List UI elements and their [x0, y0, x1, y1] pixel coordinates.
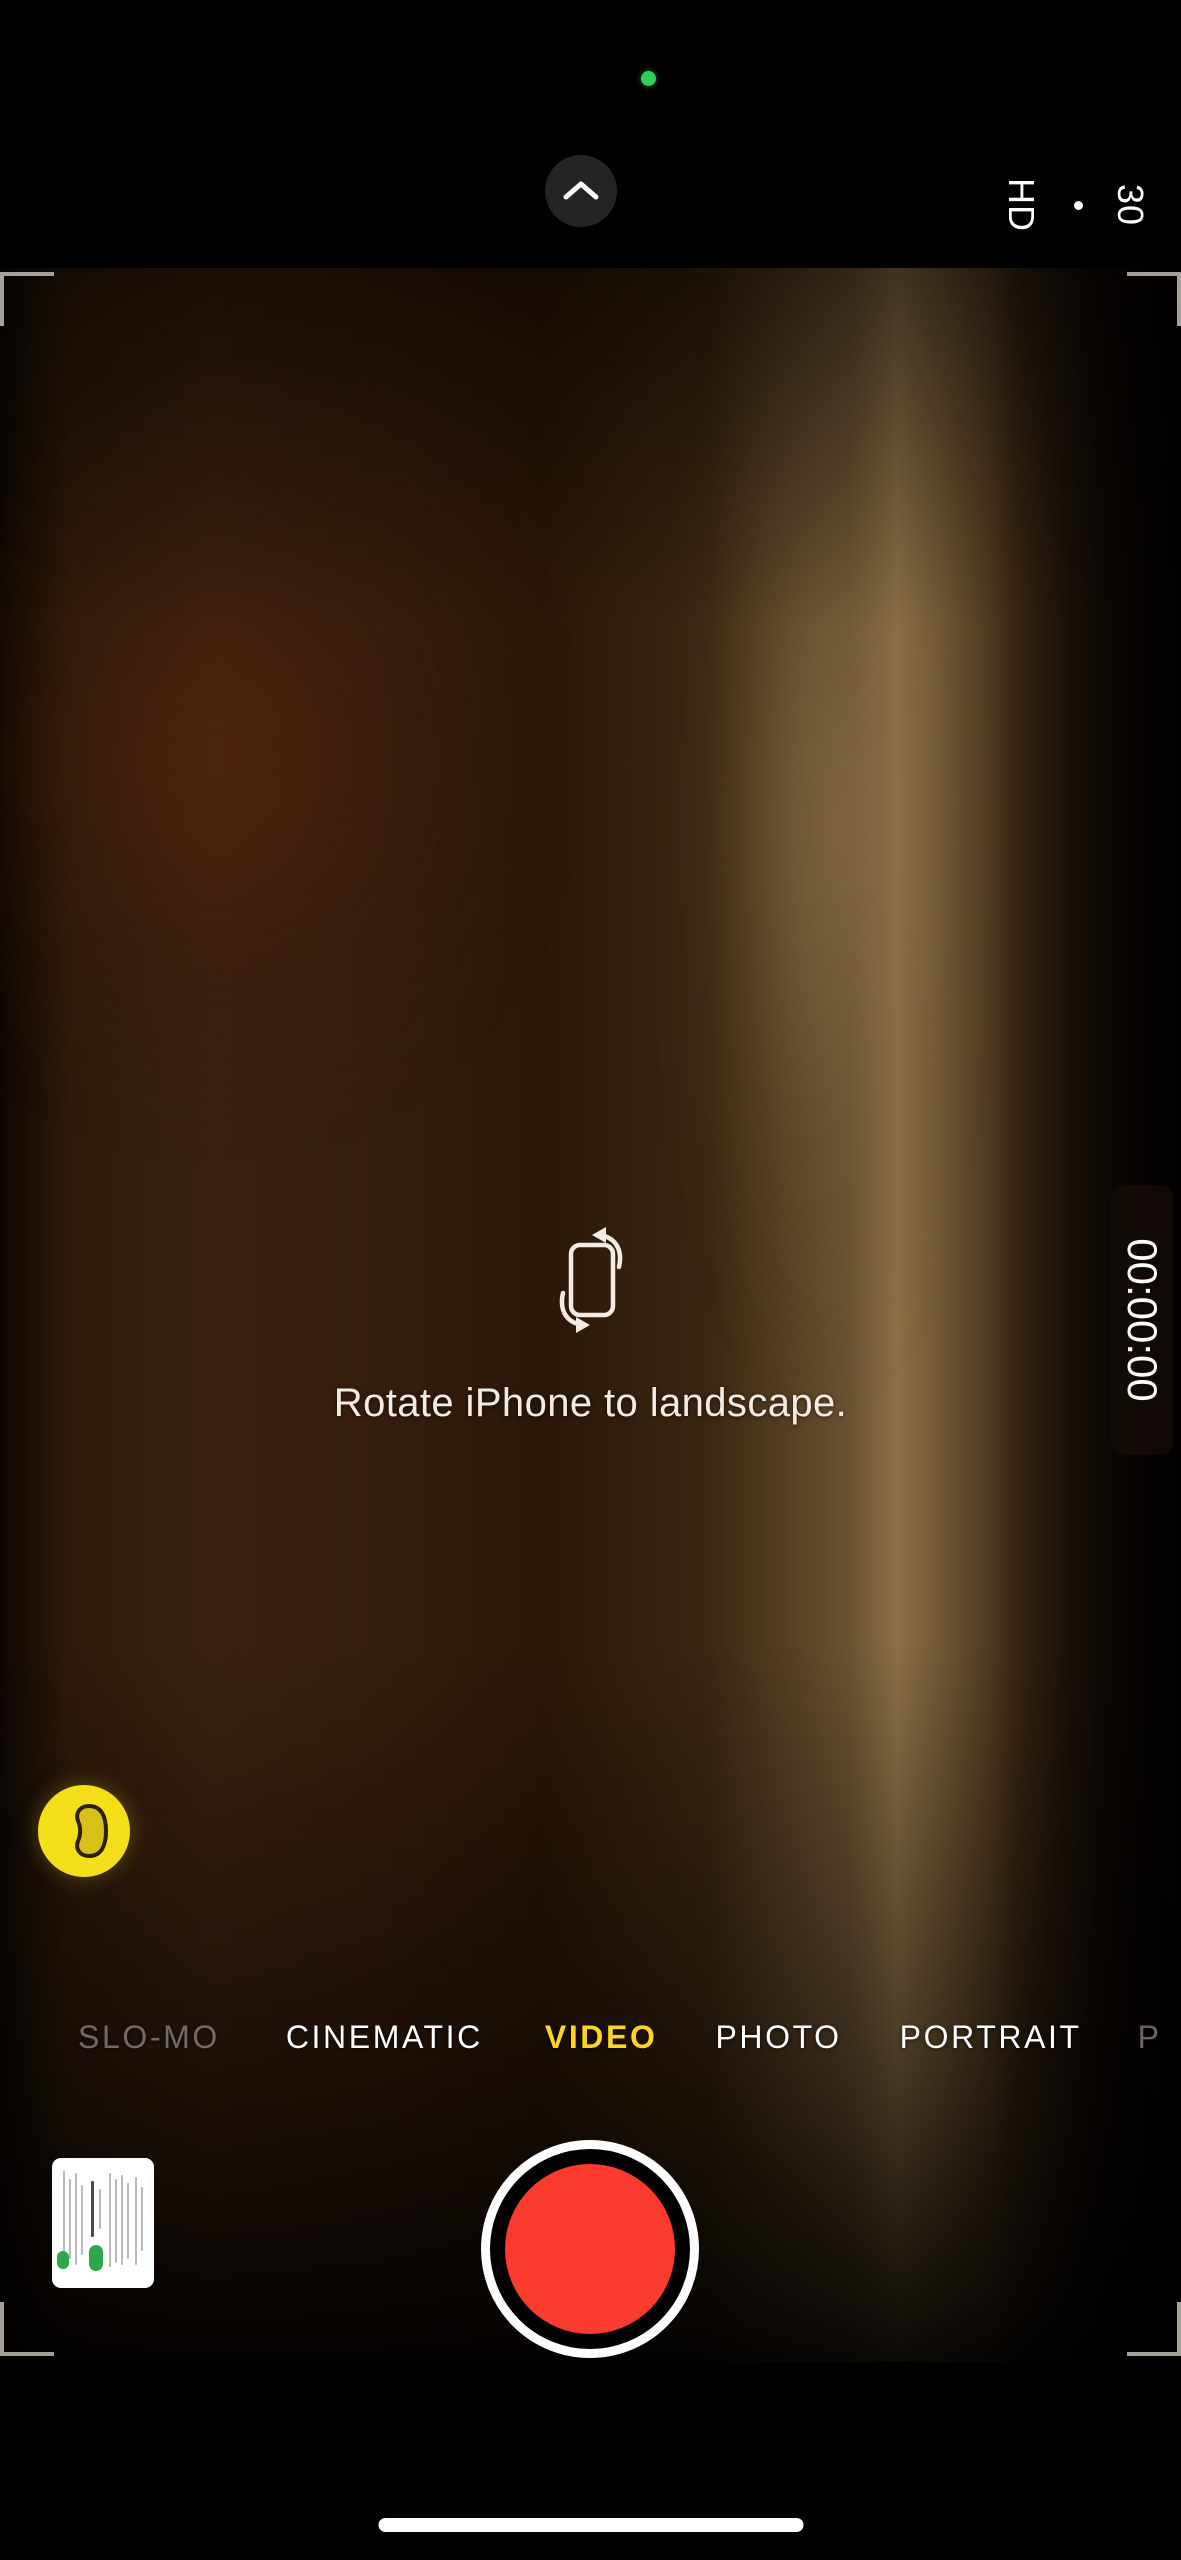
chevron-up-icon	[563, 181, 599, 200]
mode-cinematic[interactable]: CINEMATIC	[286, 2019, 483, 2056]
mode-pano[interactable]: P	[1138, 2019, 1162, 2056]
camera-in-use-dot	[641, 71, 656, 86]
mode-slo-mo[interactable]: SLO-MO	[78, 2019, 220, 2056]
fps-label: 30	[1109, 183, 1151, 227]
mode-portrait[interactable]: PORTRAIT	[900, 2019, 1082, 2056]
thumbnail-document-preview	[53, 2159, 153, 2287]
home-indicator[interactable]	[378, 2518, 803, 2532]
recording-timer: 00:00:00	[1111, 1185, 1173, 1455]
top-control-bar: HD 30	[0, 0, 1181, 268]
subject-detect-icon	[75, 1804, 108, 1858]
mode-video[interactable]: VIDEO	[545, 2019, 658, 2056]
camera-screen: Rotate iPhone to landscape. 00:00:00 HD …	[0, 0, 1181, 2560]
resolution-label: HD	[1000, 178, 1042, 232]
mode-photo[interactable]: PHOTO	[715, 2019, 841, 2056]
record-button-core	[505, 2164, 675, 2334]
mode-selector[interactable]: SLO-MO CINEMATIC VIDEO PHOTO PORTRAIT P	[0, 2006, 1181, 2068]
bottom-control-bar	[0, 2130, 1181, 2360]
framing-corner-top-left	[0, 272, 54, 326]
recording-timer-value: 00:00:00	[1119, 1238, 1166, 1402]
last-capture-thumbnail[interactable]	[52, 2158, 154, 2288]
subject-detect-badge[interactable]	[38, 1785, 130, 1877]
controls-toggle-button[interactable]	[545, 155, 617, 227]
record-button[interactable]	[481, 2140, 699, 2358]
video-quality-indicator[interactable]: HD 30	[994, 150, 1151, 260]
framing-corner-top-right	[1127, 272, 1181, 326]
quality-separator-dot	[1073, 200, 1083, 210]
